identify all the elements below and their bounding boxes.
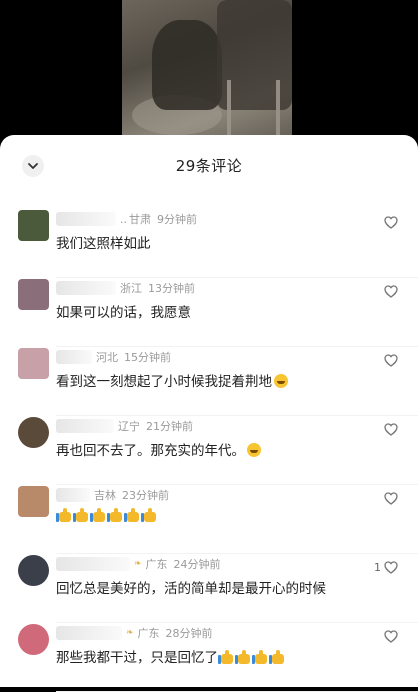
avatar[interactable] xyxy=(18,210,49,241)
comment-body: 再也回不去了。那充实的年代。 xyxy=(56,443,245,459)
thumbs-up-emoji-icon xyxy=(56,508,72,522)
comment-time: 9分钟前 xyxy=(157,213,197,226)
video-thumbnail[interactable] xyxy=(122,0,292,150)
username-redacted[interactable] xyxy=(56,488,90,502)
comment-location: 河北 xyxy=(96,351,118,364)
comment-location: 广东 xyxy=(145,558,168,571)
username-redacted[interactable] xyxy=(56,350,92,364)
comment-meta: 辽宁 21分钟前 xyxy=(56,418,193,434)
thumbs-up-emoji-icon xyxy=(107,508,123,522)
username-suffix: .. xyxy=(120,212,127,226)
comment-meta: ❧ 广东 24分钟前 xyxy=(56,556,221,572)
username-redacted[interactable] xyxy=(56,212,116,226)
thumbs-up-emoji-icon xyxy=(218,650,234,664)
comments-header: 29条评论 xyxy=(0,135,418,193)
thumbs-up-emoji-icon xyxy=(252,650,268,664)
fan-badge-icon: ❧ xyxy=(134,559,142,569)
comment-text: 如果可以的话，我愿意 xyxy=(56,301,191,321)
thumbs-up-emoji-icon xyxy=(124,508,140,522)
heart-icon xyxy=(384,492,398,505)
comment-item[interactable]: 吉林 23分钟前 xyxy=(0,486,418,554)
like-button[interactable] xyxy=(381,354,398,367)
like-button[interactable] xyxy=(381,216,398,229)
like-button[interactable] xyxy=(381,285,398,298)
comment-meta: ❧ 广东 28分钟前 xyxy=(56,625,213,641)
avatar[interactable] xyxy=(18,555,49,586)
heart-icon xyxy=(384,285,398,298)
comment-item[interactable]: .. 甘肃 9分钟前 我们这照样如此 xyxy=(0,210,418,278)
avatar[interactable] xyxy=(18,279,49,310)
heart-icon xyxy=(384,561,398,574)
username-redacted[interactable] xyxy=(56,281,116,295)
avatar[interactable] xyxy=(18,624,49,655)
comments-title: 29条评论 xyxy=(175,157,243,175)
comment-text: 那些我都干过，只是回忆了 xyxy=(56,646,286,666)
comment-meta: 吉林 23分钟前 xyxy=(56,487,169,503)
thumbs-up-emoji-icon xyxy=(269,650,285,664)
thumbs-up-emoji-icon xyxy=(235,650,251,664)
like-count: 1 xyxy=(374,561,381,574)
thumbs-up-emoji-icon xyxy=(141,508,157,522)
heart-icon xyxy=(384,630,398,643)
comment-text: 我们这照样如此 xyxy=(56,232,151,252)
comment-time: 21分钟前 xyxy=(146,420,193,433)
comment-text xyxy=(56,508,158,524)
avatar[interactable] xyxy=(18,486,49,517)
comment-time: 23分钟前 xyxy=(122,489,169,502)
comment-body: 那些我都干过，只是回忆了 xyxy=(56,650,218,666)
like-button[interactable] xyxy=(381,423,398,436)
comment-location: 甘肃 xyxy=(129,213,151,226)
comment-location: 吉林 xyxy=(94,489,116,502)
divider xyxy=(56,277,418,278)
comment-location: 广东 xyxy=(137,627,160,640)
comment-location: 浙江 xyxy=(120,282,142,295)
divider xyxy=(56,415,418,416)
divider xyxy=(56,622,418,623)
comments-sheet: 29条评论 .. 甘肃 9分钟前 我们这照样如此 浙江 13分钟前 如果可以的话，我愿意… xyxy=(0,135,418,692)
comment-time: 28分钟前 xyxy=(165,627,213,640)
thumbs-up-emoji-icon xyxy=(73,508,89,522)
heart-icon xyxy=(384,354,398,367)
comment-item[interactable]: ❧ 广东 24分钟前回忆总是美好的，活的简单却是最开心的时候 1 xyxy=(0,555,418,623)
comment-item[interactable]: 河北 15分钟前看到这一刻想起了小时候我捉着荆地 xyxy=(0,348,418,416)
comment-time: 24分钟前 xyxy=(173,558,221,571)
comment-item[interactable]: 辽宁 21分钟前再也回不去了。那充实的年代。 xyxy=(0,417,418,485)
comment-body: 如果可以的话，我愿意 xyxy=(56,305,191,321)
heart-icon xyxy=(384,216,398,229)
divider xyxy=(56,553,418,554)
like-button[interactable]: 1 xyxy=(374,561,398,574)
thumbs-up-emoji-icon xyxy=(90,508,106,522)
comment-time: 13分钟前 xyxy=(148,282,195,295)
comment-text: 再也回不去了。那充实的年代。 xyxy=(56,439,261,459)
laughing-tears-emoji-icon xyxy=(274,374,288,388)
comment-time: 15分钟前 xyxy=(124,351,171,364)
divider xyxy=(56,484,418,485)
comment-text: 看到这一刻想起了小时候我捉着荆地 xyxy=(56,370,288,390)
fan-badge-icon: ❧ xyxy=(126,628,134,638)
video-player[interactable] xyxy=(0,0,418,150)
comment-meta: 河北 15分钟前 xyxy=(56,349,171,365)
username-redacted[interactable] xyxy=(56,419,114,433)
like-button[interactable] xyxy=(381,492,398,505)
comment-text: 回忆总是美好的，活的简单却是最开心的时候 xyxy=(56,577,326,597)
comment-body: 我们这照样如此 xyxy=(56,236,151,252)
heart-icon xyxy=(384,423,398,436)
username-redacted[interactable] xyxy=(56,557,130,571)
comment-meta: 浙江 13分钟前 xyxy=(56,280,195,296)
comment-item[interactable]: ❧ 广东 28分钟前 那些我都干过，只是回忆了 xyxy=(0,624,418,692)
comment-body: 回忆总是美好的，活的简单却是最开心的时候 xyxy=(56,581,326,597)
laughing-tears-emoji-icon xyxy=(247,443,261,457)
avatar[interactable] xyxy=(18,348,49,379)
comment-meta: .. 甘肃 9分钟前 xyxy=(56,211,197,227)
username-redacted[interactable] xyxy=(56,626,122,640)
like-button[interactable] xyxy=(381,630,398,643)
avatar[interactable] xyxy=(18,417,49,448)
comment-item[interactable]: 浙江 13分钟前 如果可以的话，我愿意 xyxy=(0,279,418,347)
divider xyxy=(56,346,418,347)
comment-location: 辽宁 xyxy=(118,420,140,433)
comment-body: 看到这一刻想起了小时候我捉着荆地 xyxy=(56,374,272,390)
